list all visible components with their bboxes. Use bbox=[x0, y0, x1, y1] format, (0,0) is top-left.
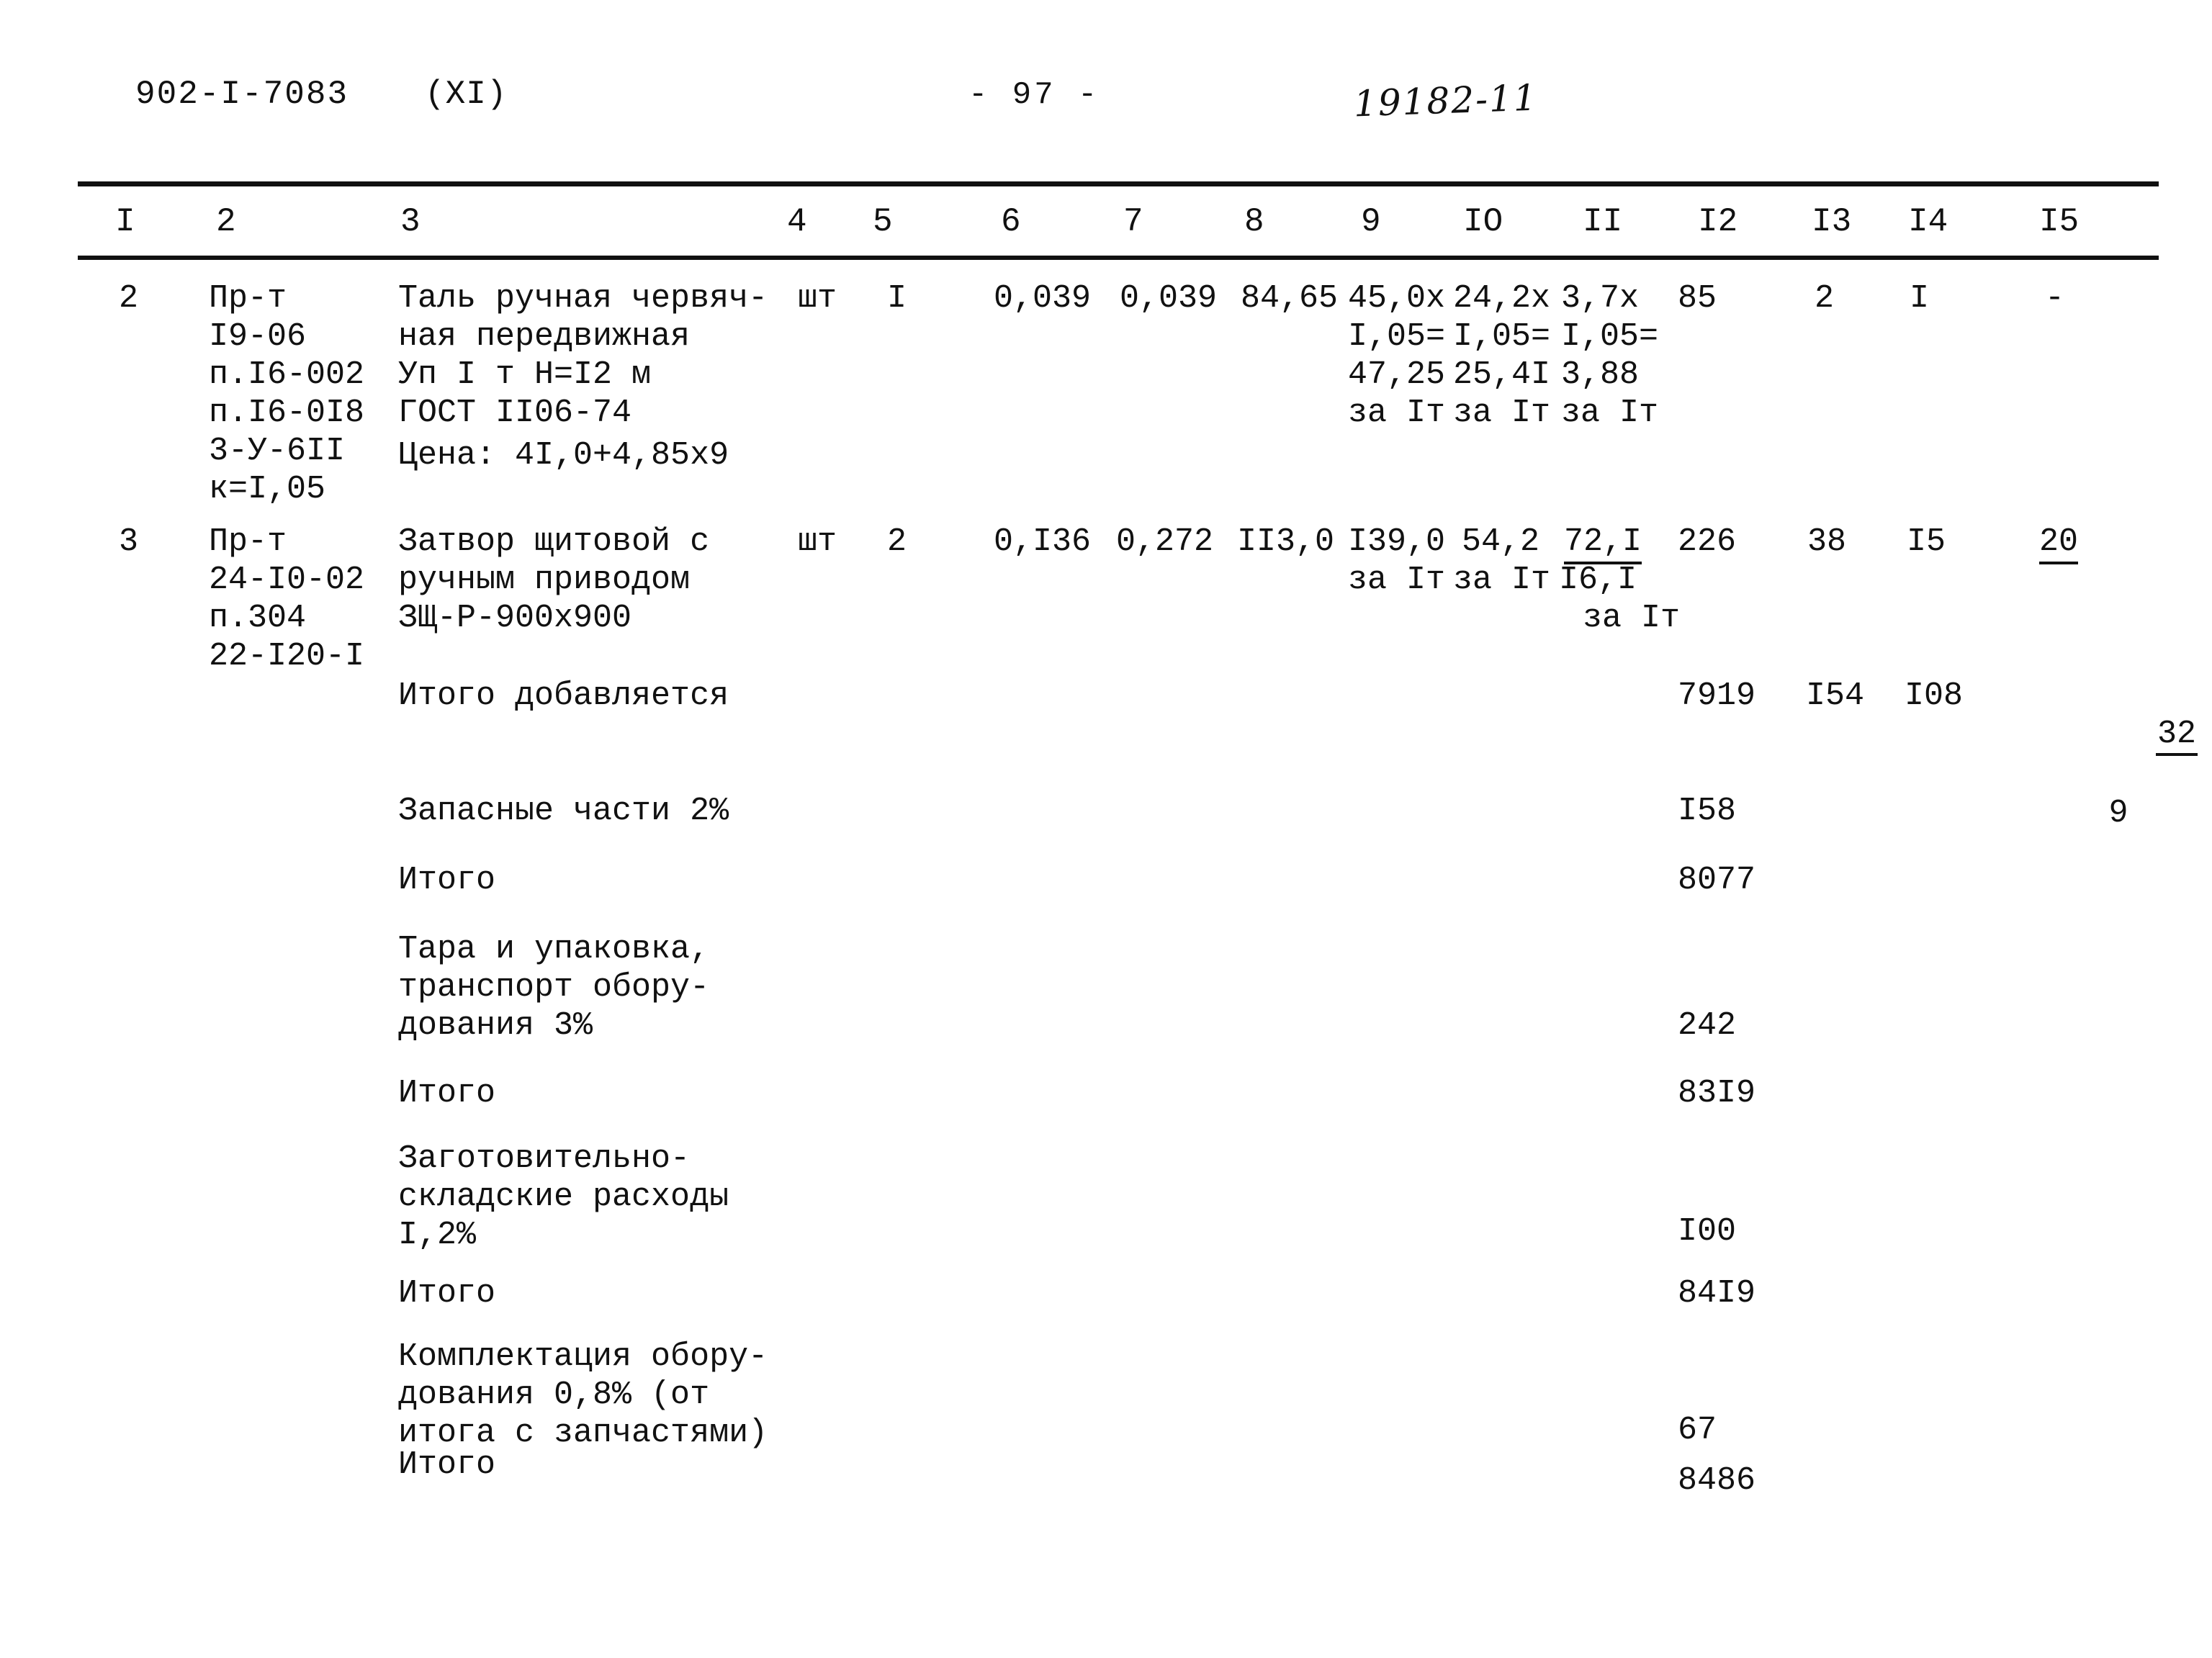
row2-col10: 24,2x I,05= 25,4I за Iт bbox=[1453, 280, 1551, 431]
row3-col1: 3 bbox=[119, 523, 139, 560]
summary-col12-subtotal-1: 8077 bbox=[1678, 862, 1756, 898]
summary-col12-procurement: I00 bbox=[1678, 1213, 1737, 1250]
handwritten-stamp: 19182-11 bbox=[1353, 76, 1539, 125]
column-header-10: IO bbox=[1463, 203, 1503, 240]
document-code: 902-I-7083 bbox=[135, 76, 349, 113]
row3-col10: 54,2 bbox=[1462, 523, 1540, 560]
column-header-12: I2 bbox=[1698, 203, 1738, 240]
column-header-13: I3 bbox=[1812, 203, 1852, 240]
row2-col3-price: Цена: 4I,0+4,85x9 bbox=[398, 437, 729, 474]
row3-col6: 0,I36 bbox=[994, 523, 1092, 560]
row3-col11-note2: за Iт bbox=[1583, 600, 1681, 636]
page-number: - 97 - bbox=[968, 77, 1100, 113]
column-header-14: I4 bbox=[1908, 203, 1948, 240]
column-header-15: I5 bbox=[2039, 203, 2080, 240]
summary-col12-spare-parts: I58 bbox=[1678, 793, 1737, 829]
summary-label-completion: Комплектация обору- дования 0,8% (от ито… bbox=[398, 1338, 768, 1451]
summary-col12-grand-total: 8486 bbox=[1678, 1462, 1756, 1499]
column-header-4: 4 bbox=[787, 203, 807, 240]
document-page: 902-I-7083 (XI) - 97 - 19182-11 I 2 3 4 … bbox=[0, 0, 2212, 1658]
row2-col5: I bbox=[887, 280, 907, 317]
row2-col12: 85 bbox=[1678, 280, 1717, 317]
row3-col5: 2 bbox=[887, 523, 907, 560]
column-header-6: 6 bbox=[1001, 203, 1021, 240]
summary-label-packaging: Тара и упаковка, транспорт обору- довани… bbox=[398, 931, 710, 1044]
summary-label-spare-parts: Запасные части 2% bbox=[398, 793, 729, 829]
summary-label-subtotal-3: Итого bbox=[398, 1275, 496, 1312]
summary-col12-packaging: 242 bbox=[1678, 1007, 1737, 1044]
column-header-1: I bbox=[115, 203, 135, 240]
row2-col6: 0,039 bbox=[994, 280, 1092, 317]
summary-col12-subtotal-2: 83I9 bbox=[1678, 1075, 1756, 1112]
row2-col4: шт bbox=[798, 280, 837, 317]
summary-label-subtotal-2: Итого bbox=[398, 1075, 496, 1112]
row2-col13: 2 bbox=[1815, 280, 1835, 317]
row2-col2: Пр-т I9-06 п.I6-002 п.I6-0I8 3-У-6II к=I… bbox=[209, 280, 365, 508]
column-header-11: II bbox=[1583, 203, 1623, 240]
row2-col1: 2 bbox=[119, 280, 139, 317]
summary-col13-total-added: I54 bbox=[1806, 677, 1865, 714]
column-header-3: 3 bbox=[400, 203, 421, 240]
summary-col14-total-added: I08 bbox=[1905, 677, 1964, 714]
row2-col15: - bbox=[2045, 280, 2065, 317]
summary-col12-total-added: 7919 bbox=[1678, 677, 1756, 714]
document-volume: (XI) bbox=[425, 76, 508, 113]
column-header-9: 9 bbox=[1361, 203, 1381, 240]
column-header-5: 5 bbox=[873, 203, 893, 240]
row2-col7: 0,039 bbox=[1120, 280, 1218, 317]
summary-label-procurement: Заготовительно- складские расходы I,2% bbox=[398, 1140, 729, 1253]
row3-col4: шт bbox=[798, 523, 837, 560]
column-header-8: 8 bbox=[1244, 203, 1264, 240]
table-header-rule bbox=[78, 256, 2159, 260]
summary-col15-total-added: 32 9 bbox=[2039, 677, 2198, 909]
row3-col15: 20 bbox=[2039, 523, 2079, 564]
row3-col2: Пр-т 24-I0-02 п.304 22-I20-I bbox=[209, 523, 365, 675]
row3-col8: II3,0 bbox=[1237, 523, 1335, 560]
summary-label-subtotal-1: Итого bbox=[398, 862, 496, 898]
table-top-rule bbox=[78, 181, 2159, 186]
row3-col3: Затвор щитовой с ручным приводом ЗЩ-Р-90… bbox=[398, 523, 710, 636]
row3-col11: 72,I bbox=[1564, 523, 1642, 564]
row3-col12: 226 bbox=[1678, 523, 1737, 560]
document-header: 902-I-7083 (XI) - 97 - 19182-11 bbox=[0, 76, 2212, 133]
summary-col12-completion: 67 bbox=[1678, 1412, 1717, 1449]
summary-label-grand-total: Итого bbox=[398, 1446, 496, 1483]
column-header-7: 7 bbox=[1123, 203, 1143, 240]
fraction-denominator: 9 bbox=[2108, 795, 2128, 832]
row3-col10-note: за Iт bbox=[1453, 562, 1551, 598]
row2-col9: 45,0x I,05= 47,25 за Iт bbox=[1348, 280, 1446, 431]
row3-col7: 0,272 bbox=[1116, 523, 1214, 560]
summary-label-total-added: Итого добавляется bbox=[398, 677, 729, 714]
row2-col8: 84,65 bbox=[1241, 280, 1339, 317]
row2-col11: 3,7x I,05= 3,88 за Iт bbox=[1561, 280, 1659, 431]
summary-col12-subtotal-3: 84I9 bbox=[1678, 1275, 1756, 1312]
row3-col9-note: за Iт bbox=[1348, 562, 1446, 598]
row3-col14: I5 bbox=[1907, 523, 1946, 560]
row2-col14: I bbox=[1910, 280, 1930, 317]
fraction-numerator: 32 bbox=[2156, 715, 2198, 756]
column-header-2: 2 bbox=[216, 203, 236, 240]
row3-col9: I39,0 bbox=[1348, 523, 1446, 560]
row3-col11-note: I6,I bbox=[1559, 562, 1637, 598]
row3-col13: 38 bbox=[1807, 523, 1847, 560]
row2-col3: Таль ручная червяч- ная передвижная Уп I… bbox=[398, 280, 768, 431]
